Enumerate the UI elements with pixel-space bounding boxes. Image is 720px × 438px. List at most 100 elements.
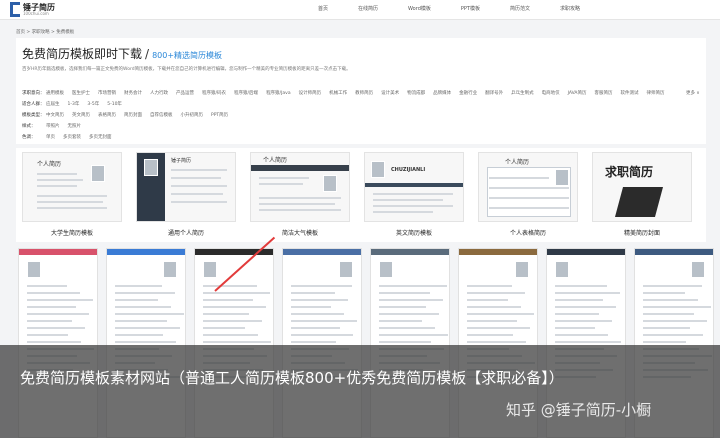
photo-icon [203,261,217,278]
filter-option[interactable]: 多页套装 [63,134,81,140]
photo-icon [144,159,158,176]
card-thumbnail: 个人简历 [250,152,350,222]
filter-option[interactable]: 教师简历 [355,90,373,96]
nav-online-resume[interactable]: 在线简历 [358,5,378,12]
photo-icon [555,169,569,186]
thumb-title: 锤子简历 [171,158,192,164]
caption-overlay [0,345,720,438]
filter-label: 色调： [22,134,36,140]
photo-icon [163,261,177,278]
filter-row: 样式： 带照片 无照片 [22,120,673,131]
filter-option[interactable]: 无照片 [68,123,82,129]
filter-option[interactable]: 设计美术 [381,90,399,96]
overlay-title: 免费简历模板素材网站（普通工人简历模板800+优秀免费简历模板【求职必备】） [20,369,564,387]
filter-label: 样式： [22,123,36,129]
filter-option[interactable]: 单页 [46,134,55,140]
filter-option[interactable]: 自荐信模板 [150,112,173,118]
filter-label: 求职意向： [22,90,45,96]
page-title: 免费简历模板即时下载/800+精选简历模板 [22,47,223,61]
filter-option[interactable]: 人力行政 [150,90,168,96]
filter-option[interactable]: 乒乓生制式 [511,90,534,96]
nav-ppt-templates[interactable]: PPT模板 [461,5,480,12]
filter-option[interactable]: 中文简历 [46,112,64,118]
card-caption: 通用个人简历 [167,230,204,237]
filter-option[interactable]: 英文简历 [72,112,90,118]
filter-option[interactable]: 金融行业 [459,90,477,96]
photo-icon [339,261,353,278]
filter-option[interactable]: 软件测试 [621,90,639,96]
filter-option[interactable]: 机械工作 [329,90,347,96]
breadcrumb[interactable]: 首页 > 求职攻略 > 免费模板 [16,29,74,35]
thumb-title: 求职简历 [605,165,654,179]
thumb-title: CHUZIJIANLI [391,167,426,173]
filter-option[interactable]: 物流成都 [407,90,425,96]
filter-label: 模板类型： [22,112,45,118]
filter-option[interactable]: 程序猿/码农 [202,90,226,96]
photo-icon [27,261,41,278]
nav-home[interactable]: 首页 [318,5,328,12]
filter-row: 适合人群： 应届生 1-3年 3-5年 5-10年 [22,98,673,109]
filter-option[interactable]: PPT简历 [211,112,228,118]
page-subtitle: 800+精选简历模板 [152,51,223,60]
filter-row: 求职意向： 通用模板 医生护士 市场营销 财务会计 人力行政 产品运营 程序猿/码农 程序猿/后… [22,87,700,98]
category-card-general[interactable]: 锤子简历 通用个人简历 [130,152,236,238]
filter-option[interactable]: 带照片 [46,123,60,129]
card-caption: 个人表格简历 [509,230,546,237]
filter-option[interactable]: 产品运营 [176,90,194,96]
filter-option[interactable]: 多页无封面 [89,134,112,140]
filter-option[interactable]: 客服简历 [595,90,613,96]
card-thumbnail: 个人简历 [478,152,578,222]
filter-option[interactable]: 财务会计 [124,90,142,96]
category-card-cover[interactable]: 求职简历 精美简历封面 [586,152,692,238]
photo-icon [323,175,337,192]
watermark: 知乎 @锤子简历-小橱 [506,401,652,419]
nav-resume-samples[interactable]: 简历范文 [510,5,530,12]
filter-option[interactable]: 5-10年 [107,101,122,107]
thumb-title: 个人简历 [505,159,530,166]
filter-option[interactable]: 程序猿/后端 [234,90,258,96]
photo-icon [515,261,529,278]
card-thumbnail: 求职简历 [592,152,692,222]
filter-rows: 求职意向： 通用模板 医生护士 市场营销 财务会计 人力行政 产品运营 程序猿/码农 程序猿/后… [22,87,700,142]
filter-option[interactable]: 品牌媒体 [433,90,451,96]
category-card-college[interactable]: 个人简历 大学生简历模板 [16,152,122,238]
card-thumbnail: CHUZIJIANLI [364,152,464,222]
photo-icon [371,161,385,178]
filter-option[interactable]: 电商地仅 [542,90,560,96]
filter-option[interactable]: JAVA简历 [568,90,587,96]
filter-option[interactable]: 医生护士 [72,90,90,96]
card-thumbnail: 个人简历 [22,152,122,222]
filter-option[interactable]: 小升初简历 [181,112,204,118]
filter-more-button[interactable]: 更多 ∨ [686,90,700,96]
filter-option[interactable]: 1-3年 [68,101,80,107]
top-navigation-bar: 锤子简历 100chui.com 首页 在线简历 Word模板 PPT模板 简历… [0,0,720,20]
category-card-english[interactable]: CHUZIJIANLI 英文简历模板 [358,152,464,238]
category-card-simple[interactable]: 个人简历 简洁大气模板 [244,152,350,238]
card-caption: 简洁大气模板 [281,230,318,237]
photo-icon [555,261,569,278]
card-caption: 大学生简历模板 [50,230,93,237]
filter-option[interactable]: 3-5年 [87,101,99,107]
filter-row: 色调： 单页 多页套装 多页无封面 [22,131,673,142]
thumb-title: 个人简历 [263,157,288,164]
card-thumbnail: 锤子简历 [136,152,236,222]
filter-option[interactable]: 通用模板 [46,90,64,96]
photo-icon [379,261,393,278]
filter-option[interactable]: 表格简历 [98,112,116,118]
filter-option[interactable]: 律师简历 [647,90,665,96]
filter-option[interactable]: 市场营销 [98,90,116,96]
site-logo[interactable]: 锤子简历 100chui.com [10,2,55,17]
filter-option[interactable]: 翻译号外 [485,90,503,96]
nav-job-guide[interactable]: 求职攻略 [560,5,580,12]
category-card-table[interactable]: 个人简历 个人表格简历 [472,152,578,238]
filter-panel: 免费简历模板即时下载/800+精选简历模板 百岁HR历年甄选模板，选择我们每一篇… [16,38,706,144]
filter-option[interactable]: 设计师简历 [299,90,322,96]
category-cards: 个人简历 大学生简历模板 锤子简历 通用个人简历 个人简历 简洁大气模板 CHU… [16,148,706,242]
filter-option[interactable]: 简历封面 [124,112,142,118]
nav-word-templates[interactable]: Word模板 [408,5,431,12]
filter-option[interactable]: 应届生 [46,101,60,107]
page-title-text: 免费简历模板即时下载 [22,47,143,61]
filter-row: 模板类型： 中文简历 英文简历 表格简历 简历封面 自荐信模板 小升初简历 PPT简历 [22,109,673,120]
filter-option[interactable]: 程序猿/Java [266,90,291,96]
photo-icon [691,261,705,278]
